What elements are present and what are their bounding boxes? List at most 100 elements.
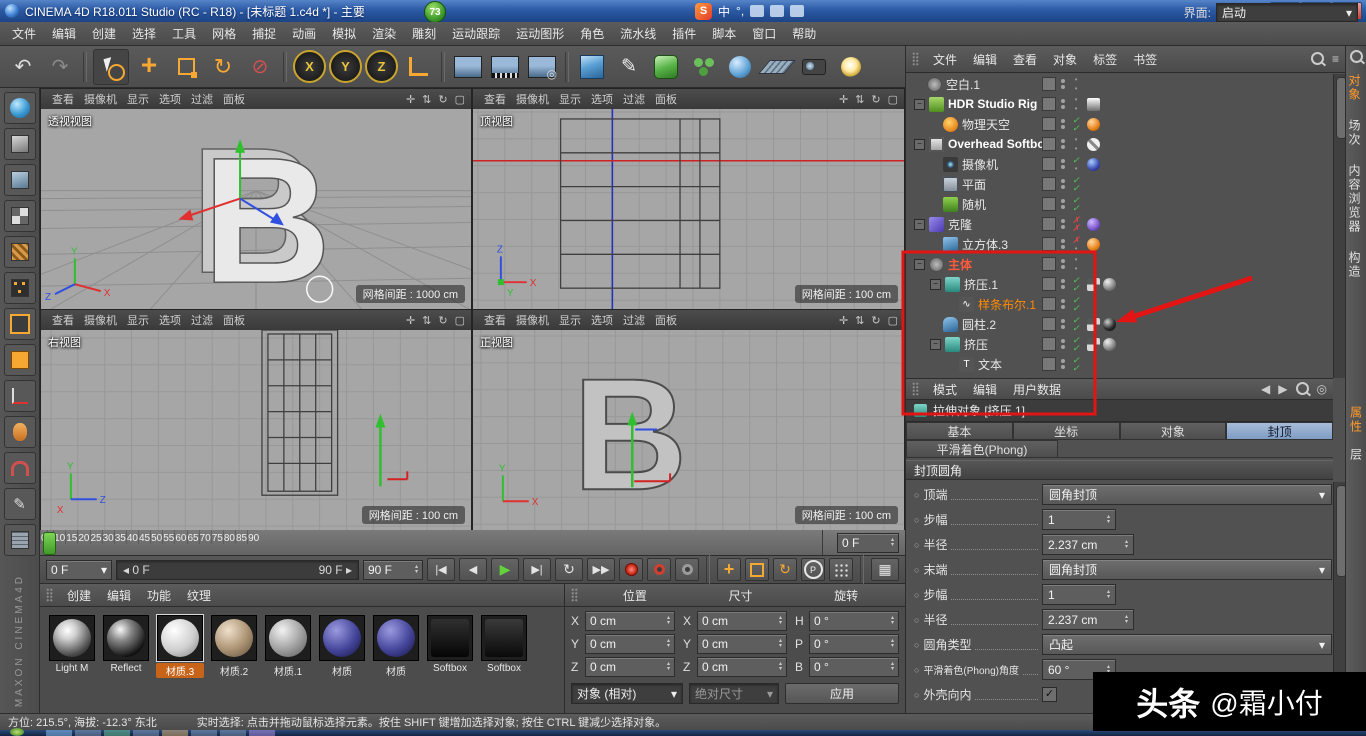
start-radius-field[interactable]: 2.237 cm▴▾ — [1042, 534, 1134, 555]
texture-view-icon[interactable] — [4, 92, 36, 124]
enable-toggles[interactable] — [1070, 316, 1082, 332]
edges-mode-icon[interactable] — [4, 308, 36, 340]
panel-tab[interactable]: 构造 — [1346, 244, 1363, 286]
spline-pen-button[interactable] — [612, 50, 646, 84]
zoom-view-icon[interactable]: ⇅ — [855, 93, 864, 106]
enable-toggles[interactable] — [1070, 176, 1082, 192]
key-pla-toggle[interactable] — [829, 558, 853, 581]
size-x-field[interactable]: 0 cm▴▾ — [697, 611, 787, 631]
menu-item[interactable]: 脚本 — [704, 27, 744, 41]
metaball-button[interactable] — [723, 50, 757, 84]
enable-toggles[interactable] — [1070, 196, 1082, 212]
key-scale-toggle[interactable] — [745, 558, 769, 581]
enable-toggles[interactable] — [1070, 296, 1082, 312]
menu-item[interactable]: 编辑 — [44, 27, 84, 41]
expand-toggle[interactable] — [914, 139, 925, 150]
zoom-view-icon[interactable]: ⇅ — [855, 314, 864, 327]
viewport-menu-item[interactable]: 选项 — [586, 94, 618, 106]
visibility-dots[interactable] — [1061, 99, 1065, 109]
menu-item[interactable]: 纹理 — [179, 589, 219, 603]
rotation-b-field[interactable]: 0 °▴▾ — [809, 657, 899, 677]
menu-item[interactable]: 帮助 — [784, 27, 824, 41]
move-tool[interactable] — [132, 50, 166, 84]
layer-chip[interactable] — [1042, 337, 1056, 351]
phong-tag[interactable] — [1087, 318, 1100, 331]
section-cap-fillet[interactable]: 封顶圆角 — [906, 460, 1333, 480]
timeline-mode-button[interactable] — [871, 558, 899, 581]
menu-item[interactable]: 网格 — [204, 27, 244, 41]
object-row[interactable]: 文本 — [906, 354, 1333, 374]
layer-chip[interactable] — [1042, 117, 1056, 131]
viewport-menu-item[interactable]: 查看 — [479, 315, 511, 327]
material-tag[interactable] — [1087, 238, 1100, 251]
sogou-icon[interactable]: S — [695, 3, 712, 20]
expand-toggle[interactable] — [930, 279, 941, 290]
interface-select[interactable]: 启动▾ — [1216, 3, 1358, 22]
layer-chip[interactable] — [1042, 297, 1056, 311]
start-orb[interactable] — [10, 728, 24, 736]
goto-start-button[interactable] — [427, 558, 455, 581]
viewport-menu-item[interactable]: 面板 — [218, 315, 250, 327]
layer-chip[interactable] — [1042, 157, 1056, 171]
viewport-canvas[interactable]: Z X Y — [473, 109, 904, 309]
viewport-menu-item[interactable]: 显示 — [122, 315, 154, 327]
panel-tab[interactable]: 对象 — [1346, 67, 1363, 109]
viewport-menu-item[interactable]: 过滤 — [186, 94, 218, 106]
menu-item[interactable]: 编辑 — [965, 383, 1005, 397]
menu-item[interactable]: 创建 — [59, 589, 99, 603]
menu-item[interactable]: 对象 — [1045, 53, 1085, 67]
panel-tab[interactable]: 属性 — [1348, 399, 1365, 441]
object-row[interactable]: 挤压.1 — [906, 274, 1333, 294]
mic-icon[interactable] — [750, 5, 764, 17]
menu-item[interactable]: 运动跟踪 — [444, 27, 508, 41]
visibility-dots[interactable] — [1061, 79, 1065, 89]
viewport-menu-item[interactable]: 选项 — [586, 315, 618, 327]
material-item[interactable]: 材质 — [372, 615, 420, 678]
enable-toggles[interactable] — [1070, 135, 1082, 153]
fillet-type-select[interactable]: 凸起▾ — [1042, 634, 1332, 655]
enable-toggles[interactable] — [1070, 255, 1082, 273]
viewport-canvas[interactable]: B Y X — [473, 330, 904, 530]
viewport-menu-item[interactable]: 选项 — [154, 94, 186, 106]
expand-toggle[interactable] — [930, 339, 941, 350]
viewport-menu-item[interactable]: 摄像机 — [79, 94, 122, 106]
layer-chip[interactable] — [1042, 357, 1056, 371]
ime-toolbar[interactable]: S 中 °, — [695, 2, 804, 20]
record-keyframe-button[interactable] — [619, 558, 643, 581]
paint-pen-icon[interactable]: ✎ — [4, 488, 36, 520]
layer-chip[interactable] — [1042, 257, 1056, 271]
object-row[interactable]: 随机 — [906, 194, 1333, 214]
coordinate-system-button[interactable] — [401, 50, 435, 84]
layer-chip[interactable] — [1042, 317, 1056, 331]
size-y-field[interactable]: 0 cm▴▾ — [697, 634, 787, 654]
redo-button[interactable] — [43, 50, 77, 84]
rotate-view-icon[interactable]: ↻ — [871, 314, 880, 327]
visibility-dots[interactable] — [1061, 359, 1065, 369]
enable-toggles[interactable] — [1070, 336, 1082, 352]
material-tag[interactable] — [1087, 218, 1100, 231]
viewport-menu-item[interactable]: 过滤 — [618, 94, 650, 106]
tab-caps[interactable]: 封顶 — [1226, 422, 1333, 440]
floor-button[interactable] — [760, 50, 794, 84]
menu-item[interactable]: 角色 — [572, 27, 612, 41]
material-tag[interactable] — [1103, 338, 1116, 351]
panel-grip[interactable] — [912, 382, 919, 396]
axis-mode-icon[interactable] — [4, 380, 36, 412]
search-icon[interactable] — [1350, 50, 1363, 63]
object-row[interactable]: Overhead Softbox — [906, 134, 1333, 154]
layer-chip[interactable] — [1042, 97, 1056, 111]
object-row[interactable]: 主体 — [906, 254, 1333, 274]
visibility-dots[interactable] — [1061, 139, 1065, 149]
rotation-h-field[interactable]: 0 °▴▾ — [809, 611, 899, 631]
lock-z-button[interactable]: Z — [365, 50, 398, 83]
end-radius-field[interactable]: 2.237 cm▴▾ — [1042, 609, 1134, 630]
toggle-view-icon[interactable]: ▢ — [888, 314, 898, 327]
list-options-icon[interactable]: ≡ — [1332, 52, 1339, 66]
expand-toggle[interactable] — [914, 259, 925, 270]
layer-chip[interactable] — [1042, 217, 1056, 231]
menu-item[interactable]: 编辑 — [965, 53, 1005, 67]
layer-chip[interactable] — [1042, 77, 1056, 91]
tab-coordinates[interactable]: 坐标 — [1013, 422, 1120, 440]
compositing-tag[interactable] — [1087, 138, 1100, 151]
rotate-view-icon[interactable]: ↻ — [438, 93, 447, 106]
